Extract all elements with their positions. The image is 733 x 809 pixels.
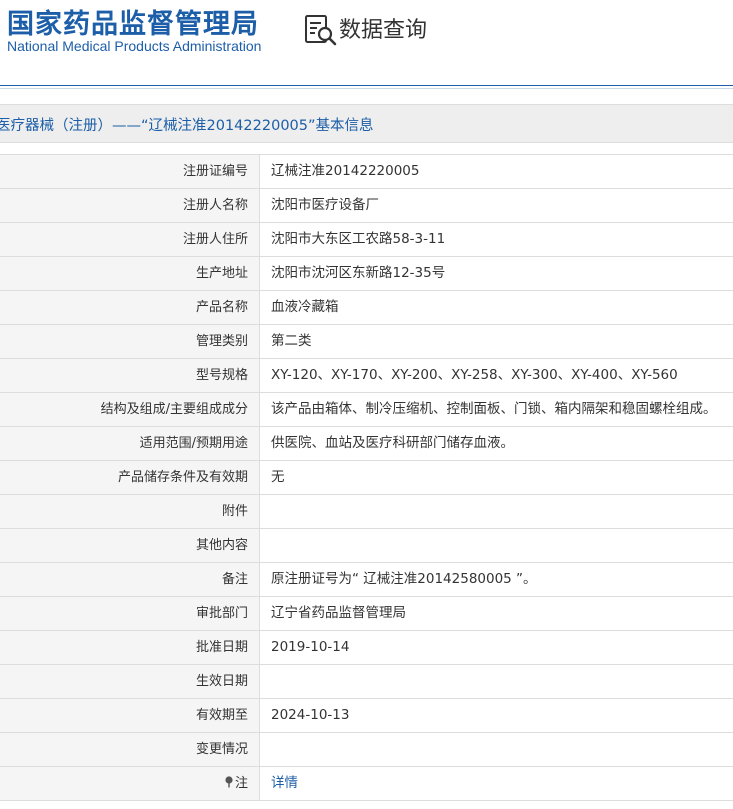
table-row: 生产地址 沈阳市沈河区东新路12-35号 xyxy=(0,256,733,290)
row-value: 辽械注准20142220005 xyxy=(271,163,420,179)
row-value: 供医院、血站及医疗科研部门储存血液。 xyxy=(271,435,514,451)
row-label: 注册人名称 xyxy=(0,189,260,222)
table-row: 注 详情 xyxy=(0,766,733,801)
table-row: 审批部门 辽宁省药品监督管理局 xyxy=(0,596,733,630)
row-value: 第二类 xyxy=(271,333,312,349)
row-label: 有效期至 xyxy=(0,699,260,732)
row-label: 变更情况 xyxy=(0,733,260,766)
row-label: 备注 xyxy=(0,563,260,596)
table-row: 产品名称 血液冷藏箱 xyxy=(0,290,733,324)
row-label: 附件 xyxy=(0,495,260,528)
row-label: 其他内容 xyxy=(0,529,260,562)
row-label: 适用范围/预期用途 xyxy=(0,427,260,460)
row-label: 管理类别 xyxy=(0,325,260,358)
row-label: 审批部门 xyxy=(0,597,260,630)
row-label: 注册人住所 xyxy=(0,223,260,256)
row-label: 批准日期 xyxy=(0,631,260,664)
row-value: 沈阳市大东区工农路58-3-11 xyxy=(271,231,446,247)
row-label: 注册证编号 xyxy=(0,155,260,188)
row-value: 沈阳市沈河区东新路12-35号 xyxy=(271,265,446,281)
table-row: 变更情况 xyxy=(0,732,733,766)
table-row: 型号规格 XY-120、XY-170、XY-200、XY-258、XY-300、… xyxy=(0,358,733,392)
search-document-icon xyxy=(305,15,337,46)
row-value: 血液冷藏箱 xyxy=(271,299,339,315)
row-value: 2024-10-13 xyxy=(271,707,350,723)
brand-title-en[interactable]: National Medical Products Administration xyxy=(7,38,261,54)
table-row: 批准日期 2019-10-14 xyxy=(0,630,733,664)
site-header: 国家药品监督管理局 National Medical Products Admi… xyxy=(0,0,733,89)
header-divider xyxy=(0,85,733,86)
record-title: 医疗器械（注册）——“辽械注准20142220005”基本信息 xyxy=(0,118,374,134)
table-row: 备注 原注册证号为“ 辽械注准20142580005 ”。 xyxy=(0,562,733,596)
row-label: 产品储存条件及有效期 xyxy=(0,461,260,494)
details-link[interactable]: 详情 xyxy=(271,767,298,800)
table-row: 注册人住所 沈阳市大东区工农路58-3-11 xyxy=(0,222,733,256)
row-value: 无 xyxy=(271,469,285,485)
table-row: 产品储存条件及有效期 无 xyxy=(0,460,733,494)
note-label: 注 xyxy=(234,776,248,791)
row-label: 结构及组成/主要组成成分 xyxy=(0,393,260,426)
data-query-title[interactable]: 数据查询 xyxy=(339,12,427,44)
row-value: 该产品由箱体、制冷压缩机、控制面板、门锁、箱内隔架和稳固螺栓组成。 xyxy=(271,401,717,417)
table-row: 注册证编号 辽械注准20142220005 xyxy=(0,154,733,188)
row-label: 生产地址 xyxy=(0,257,260,290)
table-row: 附件 xyxy=(0,494,733,528)
row-value: 辽宁省药品监督管理局 xyxy=(271,605,406,621)
detail-table: 注册证编号 辽械注准20142220005 注册人名称 沈阳市医疗设备厂 注册人… xyxy=(0,154,733,801)
table-row: 适用范围/预期用途 供医院、血站及医疗科研部门储存血液。 xyxy=(0,426,733,460)
row-label: 产品名称 xyxy=(0,291,260,324)
row-value: 原注册证号为“ 辽械注准20142580005 ”。 xyxy=(271,571,537,587)
row-value: XY-120、XY-170、XY-200、XY-258、XY-300、XY-40… xyxy=(271,367,678,383)
row-label: 型号规格 xyxy=(0,359,260,392)
table-row: 生效日期 xyxy=(0,664,733,698)
row-value: 沈阳市医疗设备厂 xyxy=(271,197,379,213)
table-row: 其他内容 xyxy=(0,528,733,562)
record-title-bar: 医疗器械（注册）——“辽械注准20142220005”基本信息 xyxy=(0,104,733,143)
table-row: 有效期至 2024-10-13 xyxy=(0,698,733,732)
table-row: 管理类别 第二类 xyxy=(0,324,733,358)
row-value: 2019-10-14 xyxy=(271,639,350,655)
row-label: 生效日期 xyxy=(0,665,260,698)
header-divider-light xyxy=(0,88,733,89)
row-label-note: 注 xyxy=(0,767,260,800)
table-row: 注册人名称 沈阳市医疗设备厂 xyxy=(0,188,733,222)
pin-icon xyxy=(225,776,233,788)
brand-title-cn[interactable]: 国家药品监督管理局 xyxy=(7,2,259,41)
table-row: 结构及组成/主要组成成分 该产品由箱体、制冷压缩机、控制面板、门锁、箱内隔架和稳… xyxy=(0,392,733,426)
